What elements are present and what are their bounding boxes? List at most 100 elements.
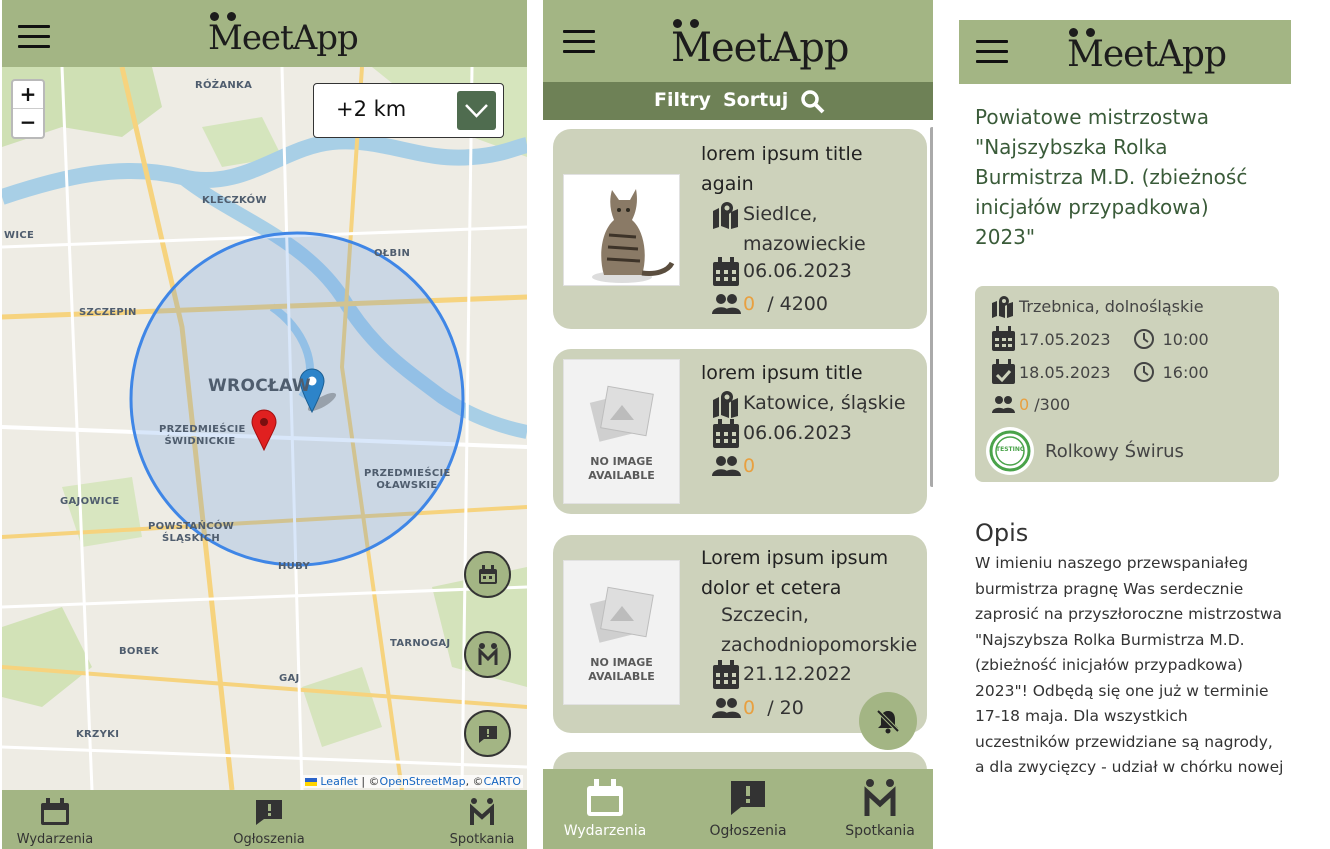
zoom-out-button[interactable]: − <box>13 109 43 137</box>
people-icon <box>712 294 741 314</box>
event-date-text: 06.06.2023 <box>743 260 852 282</box>
event-date-text: 21.12.2022 <box>743 663 852 685</box>
event-date: 06.06.2023 <box>711 418 852 448</box>
map-label: SZCZEPIN <box>79 307 137 318</box>
nav-meetings[interactable]: Spotkania <box>440 798 524 847</box>
filter-bar: Filtry Sortuj <box>543 82 933 120</box>
meetapp-icon <box>864 779 896 816</box>
no-image-placeholder: NO IMAGE AVAILABLE <box>563 560 680 705</box>
people-icon <box>992 396 1015 413</box>
map-label: KLECZKÓW <box>202 195 267 206</box>
map-view[interactable]: RÓŻANKA KLECZKÓW WICE OŁBIN SZCZEPIN WRO… <box>2 67 527 790</box>
event-date-text: 06.06.2023 <box>743 422 852 444</box>
meetings-fab-button[interactable] <box>464 631 511 678</box>
nav-events-label: Wydarzenia <box>16 832 94 847</box>
chevron-down-icon[interactable] <box>457 91 496 130</box>
map-label: PRZEDMIEŚCIE OŁAWSKIE <box>364 468 451 491</box>
participants-limit: / 4200 <box>767 293 828 315</box>
event-info-box: Trzebnica, dolnośląskie 17.05.2023 10:00… <box>975 286 1279 482</box>
event-location-text: Trzebnica, dolnośląskie <box>1019 296 1204 316</box>
list-scrollbar[interactable] <box>930 127 933 487</box>
meetapp-icon <box>478 642 497 665</box>
announcement-icon <box>478 725 497 743</box>
start-date: 17.05.2023 <box>1019 329 1111 349</box>
nav-announcements[interactable]: Ogłoszenia <box>224 798 314 847</box>
calendar-icon <box>587 779 623 816</box>
start-time: 10:00 <box>1162 329 1209 349</box>
event-location-text: Katowice, śląskie <box>743 392 906 414</box>
calendar-icon <box>478 564 497 584</box>
event-card[interactable]: NO IMAGE AVAILABLE lorem ipsum title Kat… <box>553 349 927 514</box>
menu-icon[interactable] <box>976 40 1008 64</box>
flag-icon <box>304 778 317 786</box>
map-label-city: WROCŁAW <box>208 376 311 396</box>
distance-value: +2 km <box>336 97 407 121</box>
map-label: BOREK <box>119 646 159 657</box>
osm-link[interactable]: OpenStreetMap <box>380 775 466 788</box>
organizer[interactable]: TESTING Rolkowy Świrus <box>985 426 1184 476</box>
map-location-icon <box>713 202 738 229</box>
attribution-separator: | © <box>357 775 380 788</box>
no-image-placeholder: NO IMAGE AVAILABLE <box>563 359 680 504</box>
calendar-check-icon <box>992 359 1015 384</box>
map-label: HUBY <box>278 561 311 572</box>
nav-announcements-label: Ogłoszenia <box>233 832 305 847</box>
events-fab-button[interactable] <box>464 551 511 598</box>
menu-icon[interactable] <box>563 30 595 54</box>
image-placeholder-icon <box>589 586 654 643</box>
participants-count: 0 <box>743 293 756 315</box>
search-icon[interactable] <box>800 89 826 115</box>
organizer-name[interactable]: Rolkowy Świrus <box>1045 441 1184 462</box>
no-image-text: NO IMAGE AVAILABLE <box>588 656 655 683</box>
description-heading: Opis <box>975 519 1029 547</box>
participants-count: 0 <box>1019 394 1030 414</box>
filter-button[interactable]: Filtry <box>654 89 711 111</box>
nav-events[interactable]: Wydarzenia <box>10 798 100 847</box>
carto-link[interactable]: CARTO <box>484 775 521 788</box>
bell-off-icon <box>876 709 900 734</box>
nav-events-active[interactable]: Wydarzenia <box>555 779 655 839</box>
sort-button[interactable]: Sortuj <box>723 89 788 111</box>
people-icon <box>712 456 741 476</box>
cat-image <box>592 189 675 283</box>
menu-icon[interactable] <box>18 25 50 49</box>
event-card[interactable]: lorem ipsum title again Siedlce, mazowie… <box>553 129 927 329</box>
bottom-nav: Wydarzenia Ogłoszenia Spotkania <box>2 790 527 849</box>
app-header: MeetApp <box>543 0 933 82</box>
announcement-icon <box>731 781 765 815</box>
announcements-fab-button[interactable] <box>464 710 511 757</box>
participants-count: 0 <box>743 697 756 719</box>
map-screen: MeetApp RÓŻANKA KLECZKÓW WICE OŁBIN SZCZ… <box>2 0 527 849</box>
notifications-toggle-button[interactable] <box>859 692 917 750</box>
zoom-control: + − <box>11 79 45 139</box>
distance-select[interactable]: +2 km <box>313 83 504 138</box>
app-logo: MeetApp <box>671 19 849 71</box>
event-location-text: Siedlce, mazowieckie <box>743 203 866 255</box>
organizer-badge-text: TESTING <box>996 446 1025 453</box>
event-date: 21.12.2022 <box>711 659 852 689</box>
announcement-icon <box>256 800 282 825</box>
map-label: GAJOWICE <box>60 496 120 507</box>
participants-limit: / 20 <box>767 697 804 719</box>
event-title: lorem ipsum title again <box>701 143 863 195</box>
event-thumbnail <box>563 174 680 286</box>
event-location: Siedlce, mazowieckie <box>711 199 921 259</box>
app-header: MeetApp <box>959 20 1291 84</box>
end-date: 18.05.2023 <box>1019 362 1111 382</box>
map-location-icon <box>992 296 1013 318</box>
events-list-screen: MeetApp Filtry Sortuj lorem ipsum title … <box>543 0 933 849</box>
no-image-text: NO IMAGE AVAILABLE <box>588 455 655 482</box>
event-end: 18.05.2023 16:00 <box>991 359 1209 385</box>
zoom-in-button[interactable]: + <box>13 81 43 109</box>
nav-meetings[interactable]: Spotkania <box>835 779 925 839</box>
event-title: Lorem ipsum ipsum dolor et cetera <box>701 547 889 599</box>
event-details-screen: MeetApp Powiatowe mistrzostwa "Najszybsz… <box>959 0 1291 849</box>
event-location: Szczecin, zachodniopomorskie <box>721 600 931 660</box>
map-label: KRZYKI <box>76 729 120 740</box>
nav-announcements[interactable]: Ogłoszenia <box>698 779 798 839</box>
nav-announcements-label: Ogłoszenia <box>709 823 787 839</box>
leaflet-link[interactable]: Leaflet <box>320 775 357 788</box>
participants-limit: /300 <box>1034 394 1071 414</box>
event-location: Katowice, śląskie <box>711 388 906 418</box>
clock-icon <box>1133 329 1154 349</box>
